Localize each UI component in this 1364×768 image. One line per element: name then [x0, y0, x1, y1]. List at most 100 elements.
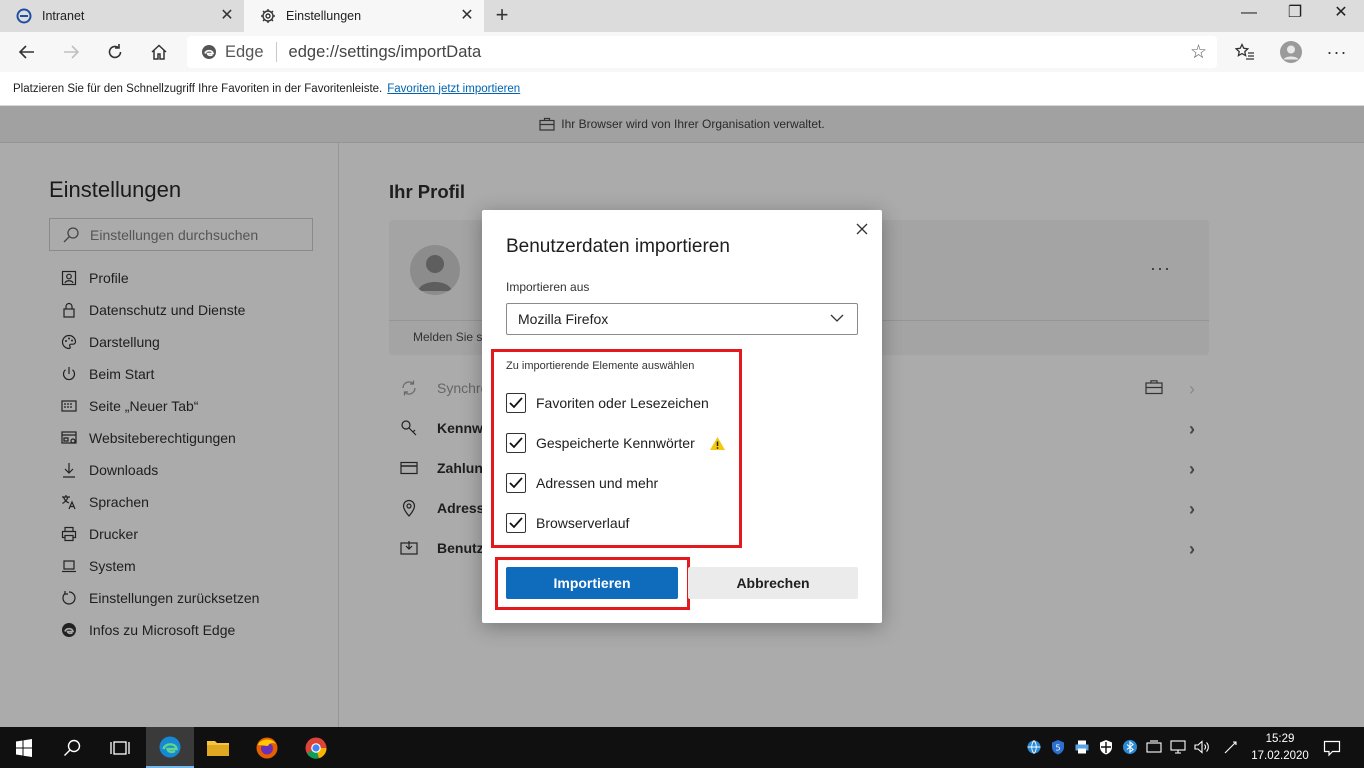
tab-einstellungen[interactable]: Einstellungen ✕	[244, 0, 484, 32]
checkmark-icon	[509, 477, 523, 489]
settings-sidebar: Einstellungen Einstellungen durchsuchen …	[0, 143, 339, 727]
import-item-favorites[interactable]: Favoriten oder Lesezeichen	[506, 392, 709, 414]
more-menu-button[interactable]: ···	[1323, 38, 1351, 66]
search-placeholder: Einstellungen durchsuchen	[90, 226, 259, 243]
taskbar-edge[interactable]	[146, 727, 194, 768]
windows-logo-icon	[16, 738, 32, 757]
gear-icon	[260, 8, 276, 24]
settings-search-input[interactable]: Einstellungen durchsuchen	[49, 218, 313, 251]
sidebar-item-label: Websiteberechtigungen	[89, 430, 236, 446]
close-tab-icon[interactable]: ✕	[218, 7, 236, 25]
key-icon	[400, 419, 418, 437]
chevron-right-icon: ›	[1189, 419, 1195, 439]
laptop-icon	[60, 557, 78, 575]
favorites-button[interactable]	[1231, 38, 1259, 66]
sidebar-item-reset[interactable]: Einstellungen zurücksetzen	[60, 582, 259, 614]
start-button[interactable]	[0, 727, 48, 768]
import-item-addresses[interactable]: Adressen und mehr	[506, 472, 658, 494]
restore-button[interactable]: ❐	[1272, 0, 1318, 30]
printer-tray-icon[interactable]	[1073, 737, 1091, 757]
import-icon	[400, 540, 418, 556]
profile-button[interactable]	[1277, 38, 1305, 66]
network-globe-icon[interactable]	[1025, 737, 1043, 757]
clock[interactable]: 15:29 17.02.2020	[1248, 731, 1312, 765]
import-item-label: Browserverlauf	[536, 515, 630, 531]
sidebar-item-site-permissions[interactable]: Websiteberechtigungen	[60, 422, 259, 454]
network-icon[interactable]	[1169, 737, 1187, 757]
avatar-icon	[1280, 41, 1302, 63]
taskbar-chrome[interactable]	[292, 727, 340, 768]
cancel-button[interactable]: Abbrechen	[688, 567, 858, 599]
favorites-notice-bar: Platzieren Sie für den Schnellzugriff Ih…	[0, 72, 1364, 106]
warning-icon[interactable]	[709, 436, 726, 451]
favorites-list-icon	[1235, 43, 1254, 60]
settings-title: Einstellungen	[49, 177, 182, 202]
languages-icon	[60, 493, 78, 511]
url-text[interactable]: edge://settings/importData	[289, 43, 482, 62]
taskbar-firefox[interactable]	[243, 727, 291, 768]
home-icon	[151, 44, 167, 60]
address-bar[interactable]: Edge edge://settings/importData ☆	[187, 36, 1217, 68]
forward-button[interactable]	[57, 38, 85, 66]
sidebar-item-label: System	[89, 558, 136, 574]
profile-heading: Ihr Profil	[389, 181, 466, 202]
sidebar-item-about[interactable]: Infos zu Microsoft Edge	[60, 614, 259, 646]
checkbox-checked[interactable]	[506, 473, 526, 493]
back-button[interactable]	[13, 38, 41, 66]
sidebar-item-profile[interactable]: Profile	[60, 262, 259, 294]
keyboard-input-icon[interactable]	[1222, 737, 1240, 757]
import-dialog: Benutzerdaten importieren Importieren au…	[482, 210, 882, 623]
checkbox-checked[interactable]	[506, 433, 526, 453]
sidebar-item-appearance[interactable]: Darstellung	[60, 326, 259, 358]
sidebar-item-languages[interactable]: Sprachen	[60, 486, 259, 518]
profile-more-icon[interactable]: ···	[1150, 258, 1171, 279]
favorite-star-icon[interactable]: ☆	[1190, 41, 1207, 64]
import-favorites-link[interactable]: Favoriten jetzt importieren	[387, 83, 520, 95]
import-button[interactable]: Importieren	[506, 567, 678, 599]
dialog-title: Benutzerdaten importieren	[506, 236, 730, 257]
home-button[interactable]	[145, 38, 173, 66]
sidebar-item-system[interactable]: System	[60, 550, 259, 582]
sidebar-item-label: Profile	[89, 270, 129, 286]
sidebar-item-label: Downloads	[89, 462, 159, 478]
close-tab-icon[interactable]: ✕	[458, 7, 476, 25]
security-shield-icon[interactable]: 5	[1049, 737, 1067, 757]
sidebar-item-label: Drucker	[89, 526, 139, 542]
task-view-icon	[110, 740, 130, 755]
sidebar-item-privacy[interactable]: Datenschutz und Dienste	[60, 294, 259, 326]
notification-center-icon[interactable]	[1320, 736, 1344, 760]
checkbox-checked[interactable]	[506, 513, 526, 533]
minimize-button[interactable]: —	[1226, 0, 1272, 30]
sidebar-item-newtab[interactable]: Seite „Neuer Tab“	[60, 390, 259, 422]
new-tab-button[interactable]: +	[490, 4, 514, 28]
search-taskbar-button[interactable]	[48, 727, 96, 768]
favorites-notice-text: Platzieren Sie für den Schnellzugriff Ih…	[13, 82, 383, 95]
card-icon	[400, 461, 418, 475]
profile-row-label: Synchro	[437, 380, 489, 396]
sidebar-item-label: Seite „Neuer Tab“	[89, 398, 199, 414]
close-icon[interactable]	[854, 221, 870, 237]
back-arrow-icon	[18, 45, 34, 59]
volume-icon[interactable]	[1193, 737, 1211, 757]
chevron-right-icon: ›	[1189, 499, 1195, 519]
sidebar-item-printers[interactable]: Drucker	[60, 518, 259, 550]
import-item-history[interactable]: Browserverlauf	[506, 512, 629, 534]
task-view-button[interactable]	[96, 727, 144, 768]
managed-banner: Ihr Browser wird von Ihrer Organisation …	[0, 106, 1364, 143]
import-item-passwords[interactable]: Gespeicherte Kennwörter	[506, 432, 726, 454]
sidebar-item-downloads[interactable]: Downloads	[60, 454, 259, 486]
tab-intranet[interactable]: Intranet ✕	[0, 0, 244, 32]
tab-title: Einstellungen	[286, 9, 362, 23]
chevron-right-icon: ›	[1189, 539, 1195, 559]
bluetooth-icon[interactable]	[1121, 737, 1139, 757]
edge-icon	[60, 621, 78, 639]
import-source-select[interactable]: Mozilla Firefox	[506, 303, 858, 335]
checkbox-checked[interactable]	[506, 393, 526, 413]
refresh-button[interactable]	[101, 38, 129, 66]
sync-icon	[400, 379, 418, 397]
input-indicator-icon[interactable]	[1145, 737, 1163, 757]
close-window-button[interactable]: ✕	[1318, 0, 1364, 30]
taskbar-explorer[interactable]	[194, 727, 242, 768]
sidebar-item-startup[interactable]: Beim Start	[60, 358, 259, 390]
defender-shield-icon[interactable]	[1097, 737, 1115, 757]
